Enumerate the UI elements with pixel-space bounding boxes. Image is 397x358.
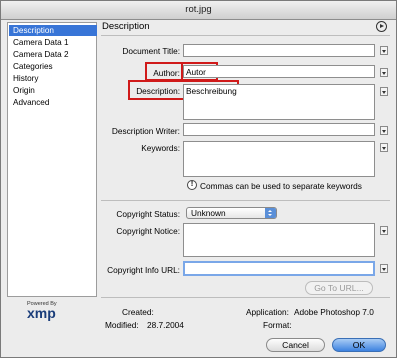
author-label: Author: [153,68,180,78]
keywords-menu-button[interactable] [380,143,388,152]
copyright-notice-label: Copyright Notice: [116,226,180,236]
keywords-field[interactable] [183,141,375,177]
sidebar-item-advanced[interactable]: Advanced [9,97,97,108]
title-bar[interactable]: rot.jpg [1,1,396,20]
sidebar-item-camera-data-2[interactable]: Camera Data 2 [9,49,97,60]
keywords-hint: Commas can be used to separate keywords [200,181,362,191]
ok-button[interactable]: OK [332,338,386,352]
description-writer-menu-button[interactable] [380,126,388,135]
xmp-logo: Powered By xmp [27,301,57,320]
keywords-label: Keywords: [141,143,180,153]
xmp-logo-text: xmp [27,305,56,321]
divider [101,297,390,298]
author-menu-button[interactable] [380,68,388,77]
section-title: Description [102,21,150,32]
divider [101,200,390,201]
document-title-field[interactable] [183,44,375,57]
description-label: Description: [136,86,180,96]
cancel-button[interactable]: Cancel [266,338,325,352]
application-label: Application: [246,307,289,317]
created-label: Created: [122,307,154,317]
sidebar: Description Camera Data 1 Camera Data 2 … [7,22,97,297]
description-writer-field[interactable] [183,123,375,136]
author-field[interactable]: Autor [183,65,375,78]
modified-value: 28.7.2004 [147,320,184,330]
document-title-label: Document Title: [122,46,180,56]
description-menu-button[interactable] [380,87,388,96]
modified-label: Modified: [105,320,139,330]
select-arrows-icon [265,208,276,218]
description-writer-label: Description Writer: [111,126,180,136]
copyright-notice-field[interactable] [183,223,375,257]
copyright-status-select[interactable]: Unknown [186,207,277,219]
sidebar-item-categories[interactable]: Categories [9,61,97,72]
copyright-status-value: Unknown [191,208,226,218]
format-label: Format: [263,320,292,330]
sidebar-item-origin[interactable]: Origin [9,85,97,96]
sidebar-item-description[interactable]: Description [9,25,97,36]
divider [101,35,390,36]
go-to-url-button[interactable]: Go To URL... [305,281,373,295]
copyright-url-label: Copyright Info URL: [107,265,180,275]
application-value: Adobe Photoshop 7.0 [294,307,374,317]
sidebar-item-history[interactable]: History [9,73,97,84]
copyright-url-menu-button[interactable] [380,264,388,273]
panel-menu-icon[interactable] [376,21,387,32]
dialog-window: rot.jpg Description Camera Data 1 Camera… [0,0,397,358]
copyright-status-label: Copyright Status: [116,209,180,219]
info-icon: ! [187,180,197,190]
description-field[interactable]: Beschreibung [183,84,375,120]
sidebar-item-camera-data-1[interactable]: Camera Data 1 [9,37,97,48]
copyright-url-field[interactable] [183,261,375,276]
copyright-notice-menu-button[interactable] [380,226,388,235]
window-title: rot.jpg [185,4,212,15]
document-title-menu-button[interactable] [380,46,388,55]
